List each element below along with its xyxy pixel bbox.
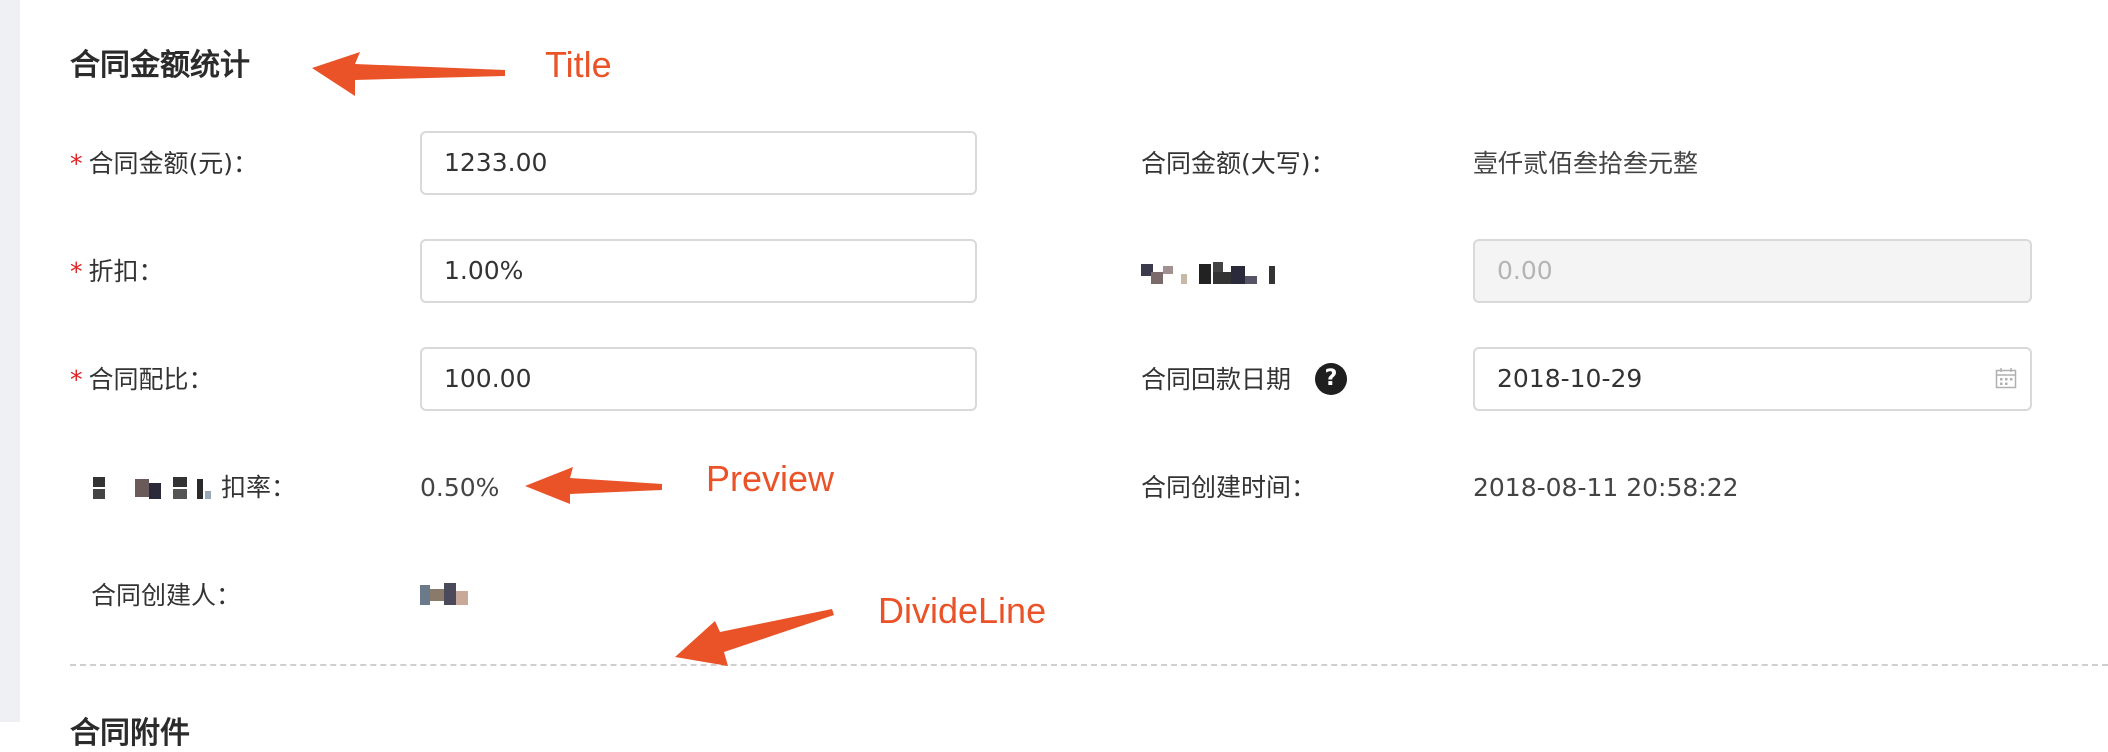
ratio-label: * 合同配比： [70, 365, 214, 394]
section-title: 合同金额统计 [70, 48, 250, 83]
preview-annotation: Preview [706, 458, 835, 499]
rate-label-obscured-prefix [91, 477, 221, 501]
amount-upper-label: 合同金额(大写)： [1141, 149, 1336, 178]
title-annotation: Title [545, 44, 612, 85]
required-mark: * [70, 365, 83, 394]
divideline-arrow [675, 609, 834, 666]
rate-value: 0.50% [420, 473, 500, 502]
payment-date-label: 合同回款日期 [1141, 365, 1292, 394]
disabled-input: 0.00 [1473, 239, 2032, 303]
required-mark: * [70, 257, 83, 286]
help-icon[interactable]: ? [1315, 363, 1347, 395]
preview-arrow [525, 467, 662, 504]
divide-line [70, 664, 2108, 666]
required-mark: * [70, 149, 83, 178]
rate-label: 扣率： [221, 473, 297, 502]
creator-avatar-obscured [420, 583, 470, 607]
created-time-value: 2018-08-11 20:58:22 [1473, 473, 1739, 502]
discount-input[interactable]: 1.00% [420, 239, 977, 303]
created-time-label: 合同创建时间： [1141, 473, 1317, 502]
ratio-input[interactable]: 100.00 [420, 347, 977, 411]
next-section-title: 合同附件 [70, 716, 190, 751]
discount-label: * 折扣： [70, 257, 164, 286]
amount-upper-value: 壹仟贰佰叁拾叁元整 [1473, 149, 1699, 178]
obscured-label [1141, 262, 1283, 286]
amount-input[interactable]: 1233.00 [420, 131, 977, 195]
payment-date-input[interactable]: 2018-10-29 [1473, 347, 2032, 411]
calendar-icon[interactable] [1995, 367, 2017, 389]
title-arrow [312, 52, 505, 96]
left-gutter [0, 0, 20, 722]
creator-label: 合同创建人： [91, 581, 242, 610]
amount-label: * 合同金额(元)： [70, 149, 259, 178]
divideline-annotation: DivideLine [878, 590, 1047, 631]
